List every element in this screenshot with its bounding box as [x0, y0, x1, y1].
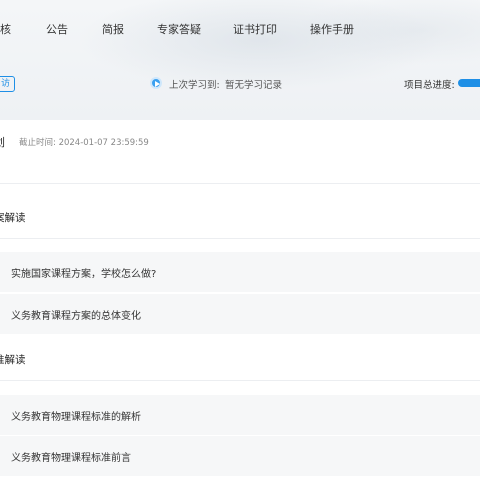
nav-item-review[interactable]: 核	[0, 21, 11, 37]
nav-item-briefings[interactable]: 简报	[102, 21, 124, 37]
course-deadline: 截止时间: 2024-01-07 23:59:59	[19, 138, 149, 148]
last-study-label: 上次学习到:	[169, 80, 220, 91]
lesson-title: 义务教育物理课程标准的解析	[11, 412, 141, 423]
course-card: 划 截止时间: 2024-01-07 23:59:59 案解读 实施国家课程方案…	[0, 120, 480, 480]
top-nav: 核 公告 简报 专家答疑 证书打印 操作手册	[0, 0, 480, 58]
section-title: 案解读	[0, 212, 26, 224]
progress-label: 项目总进度:	[404, 80, 455, 91]
project-progress-bar	[458, 79, 480, 87]
lesson-item[interactable]: 义务教育物理课程标准的解析	[0, 395, 480, 435]
section-title: 准解读	[0, 354, 26, 366]
play-circle-icon	[150, 77, 162, 89]
divider	[0, 183, 480, 184]
course-title-row: 划 截止时间: 2024-01-07 23:59:59	[0, 134, 480, 154]
last-study-value: 暂无学习记录	[225, 80, 283, 91]
nav-item-manual[interactable]: 操作手册	[310, 21, 354, 37]
lesson-item[interactable]: 实施国家课程方案，学校怎么做?	[0, 252, 480, 292]
nav-item-announcements[interactable]: 公告	[46, 21, 68, 37]
role-badge: 访	[0, 76, 16, 92]
lesson-title: 义务教育课程方案的总体变化	[11, 311, 141, 322]
divider	[0, 380, 480, 381]
nav-item-certificate-print[interactable]: 证书打印	[233, 21, 277, 37]
lesson-item[interactable]: 义务教育课程方案的总体变化	[0, 294, 480, 334]
nav-item-expert-qa[interactable]: 专家答疑	[157, 21, 201, 37]
study-status-bar: 访 上次学习到: 暂无学习记录 项目总进度:	[0, 70, 480, 96]
lesson-item[interactable]: 义务教育物理课程标准前言	[0, 436, 480, 476]
lesson-title: 义务教育物理课程标准前言	[11, 453, 131, 464]
course-title: 划	[0, 134, 5, 150]
lesson-title: 实施国家课程方案，学校怎么做?	[11, 269, 157, 280]
divider	[0, 238, 480, 239]
